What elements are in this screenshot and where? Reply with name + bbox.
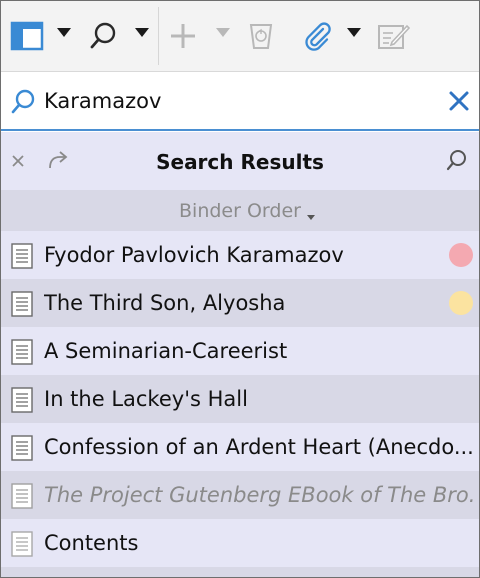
item-title: The Third Son, Alyosha bbox=[44, 291, 286, 315]
document-icon bbox=[11, 243, 33, 269]
search-bar bbox=[1, 72, 479, 131]
list-item[interactable]: The Project Gutenberg EBook of The Bro..… bbox=[1, 471, 479, 519]
trash-icon bbox=[249, 24, 273, 49]
document-icon bbox=[11, 531, 33, 557]
search-toolbar-button[interactable] bbox=[83, 18, 123, 54]
layout-button[interactable] bbox=[7, 18, 47, 54]
search-input[interactable] bbox=[44, 84, 424, 118]
binder-panel: Search Results Binder Order Fyodor Pavlo… bbox=[0, 0, 480, 578]
sort-caret-icon bbox=[307, 215, 315, 220]
layout-icon bbox=[10, 21, 44, 51]
paperclip-icon bbox=[305, 22, 331, 51]
edit-button[interactable] bbox=[373, 18, 413, 54]
trash-button[interactable] bbox=[241, 18, 281, 54]
document-icon bbox=[11, 339, 33, 365]
item-title: A Seminarian-Careerist bbox=[44, 339, 288, 363]
item-title: The Project Gutenberg EBook of The Bro..… bbox=[44, 483, 476, 507]
layout-menu-caret[interactable] bbox=[57, 28, 71, 37]
list-item[interactable]: Contents bbox=[1, 519, 479, 567]
attachment-menu-caret[interactable] bbox=[347, 28, 361, 37]
search-field-icon bbox=[11, 89, 35, 114]
search-menu-caret[interactable] bbox=[135, 28, 149, 37]
list-item[interactable]: Confession of an Ardent Heart (Anecdo... bbox=[1, 423, 479, 471]
results-list: Fyodor Pavlovich Karamazov The Third Son… bbox=[1, 231, 479, 567]
results-header: Search Results bbox=[1, 132, 479, 190]
label-color-dot bbox=[449, 243, 473, 267]
document-icon bbox=[11, 435, 33, 461]
sort-order-selector[interactable]: Binder Order bbox=[1, 190, 479, 231]
clear-search-icon[interactable] bbox=[448, 90, 470, 112]
search-options-icon[interactable] bbox=[444, 148, 468, 172]
add-menu-caret[interactable] bbox=[216, 28, 230, 37]
list-item[interactable]: In the Lackey's Hall bbox=[1, 375, 479, 423]
attachment-button[interactable] bbox=[297, 18, 337, 54]
list-bottom-strip bbox=[1, 567, 479, 577]
add-button[interactable] bbox=[163, 18, 203, 54]
label-color-dot bbox=[449, 291, 473, 315]
toolbar bbox=[1, 1, 479, 72]
toolbar-divider bbox=[158, 7, 159, 65]
item-title: Contents bbox=[44, 531, 139, 555]
sort-label: Binder Order bbox=[179, 200, 301, 222]
add-icon bbox=[171, 24, 195, 48]
document-icon bbox=[11, 387, 33, 413]
item-title: Confession of an Ardent Heart (Anecdo... bbox=[44, 435, 474, 459]
list-item[interactable]: Fyodor Pavlovich Karamazov bbox=[1, 231, 479, 279]
results-title: Search Results bbox=[156, 150, 324, 174]
list-item[interactable]: The Third Son, Alyosha bbox=[1, 279, 479, 327]
edit-icon bbox=[378, 24, 410, 49]
search-icon bbox=[90, 22, 116, 49]
item-title: In the Lackey's Hall bbox=[44, 387, 248, 411]
item-title: Fyodor Pavlovich Karamazov bbox=[44, 243, 344, 267]
document-icon bbox=[11, 291, 33, 317]
list-item[interactable]: A Seminarian-Careerist bbox=[1, 327, 479, 375]
document-icon bbox=[11, 483, 33, 509]
